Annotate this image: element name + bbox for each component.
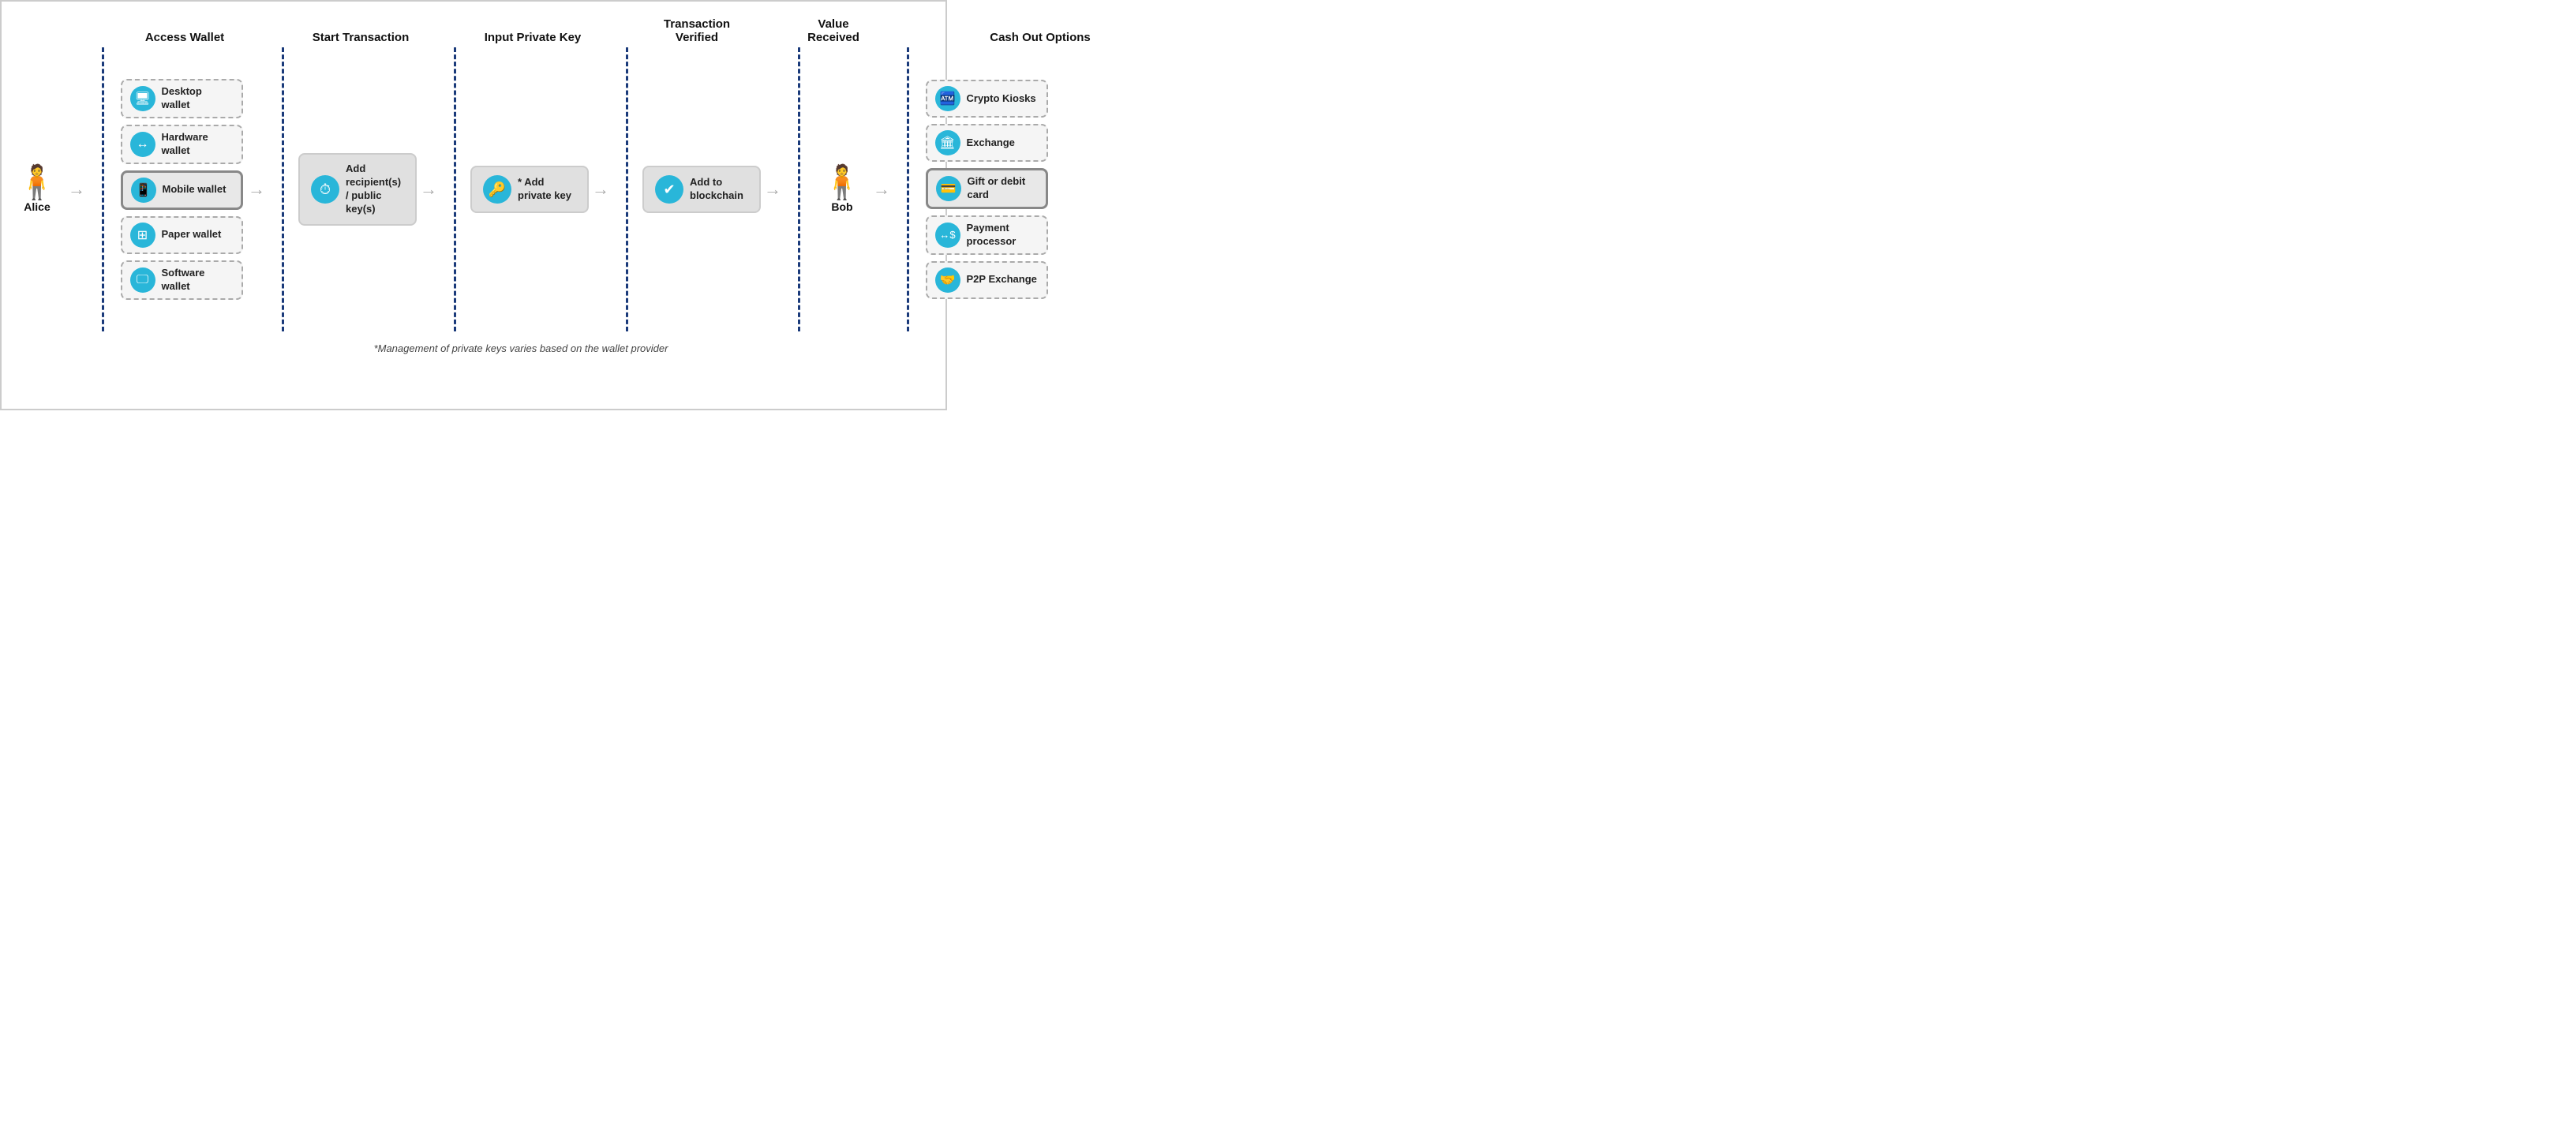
input-key-label: * Add private key [518, 176, 576, 203]
header-input-private-key: Input Private Key [474, 31, 592, 44]
tx-verified-label: Add to blockchain [690, 176, 748, 203]
wallet-hardware: ↔ Hardware wallet [121, 125, 243, 164]
paper-wallet-icon: ⊞ [130, 223, 155, 248]
dashed-line-4 [626, 47, 629, 331]
cashout-p2p: 🤝 P2P Exchange [926, 261, 1048, 299]
arrow-2: → [248, 179, 265, 200]
arrow-6: → [873, 179, 890, 200]
dashed-line-6 [907, 47, 910, 331]
header-cash-out-options: Cash Out Options [977, 31, 1103, 44]
start-transaction-label: Add recipient(s) / public key(s) [346, 163, 404, 216]
flow-row: 🧍 Alice → 🖥 Desktop wallet ↔ Hardware wa… [9, 47, 938, 331]
start-transaction-icon: ⏱ [311, 175, 339, 204]
payment-icon: ↔$ [935, 223, 960, 248]
wallet-desktop: 🖥 Desktop wallet [121, 79, 243, 118]
cashout-exchange: 🏛 Exchange [926, 124, 1048, 162]
footnote: *Management of private keys varies based… [9, 342, 938, 354]
desktop-wallet-icon: 🖥 [130, 86, 155, 111]
bob-label: Bob [831, 200, 852, 213]
header-access-wallet: Access Wallet [122, 31, 248, 44]
p2p-icon: 🤝 [935, 267, 960, 293]
wallet-software: 🖵 Software wallet [121, 260, 243, 300]
mobile-wallet-label: Mobile wallet [163, 183, 227, 196]
alice-figure: 🧍 [17, 166, 58, 199]
gift-label: Gift or debit card [968, 175, 1038, 202]
tx-verified-box: ✔ Add to blockchain [642, 166, 761, 213]
bob-person: 🧍 Bob [814, 166, 870, 213]
hardware-wallet-label: Hardware wallet [162, 131, 234, 158]
bob-figure: 🧍 [822, 166, 863, 199]
paper-wallet-label: Paper wallet [162, 228, 222, 241]
cashout-gift: 💳 Gift or debit card [926, 168, 1048, 209]
desktop-wallet-label: Desktop wallet [162, 85, 234, 112]
arrow-4: → [592, 179, 609, 200]
software-wallet-icon: 🖵 [130, 267, 155, 293]
arrow-1: → [68, 179, 85, 200]
p2p-label: P2P Exchange [967, 273, 1037, 286]
cashout-kiosk: 🏧 Crypto Kiosks [926, 80, 1048, 118]
cashout-payment: ↔$ Payment processor [926, 215, 1048, 255]
start-transaction-column: ⏱ Add recipient(s) / public key(s) [298, 153, 417, 226]
alice-person: 🧍 Alice [9, 166, 65, 213]
wallet-paper: ⊞ Paper wallet [121, 216, 243, 254]
headers-row: Access Wallet Start Transaction Input Pr… [9, 17, 938, 44]
kiosk-label: Crypto Kiosks [967, 92, 1036, 106]
wallet-column: 🖥 Desktop wallet ↔ Hardware wallet 📱 Mob… [118, 79, 245, 299]
exchange-icon: 🏛 [935, 130, 960, 155]
kiosk-icon: 🏧 [935, 86, 960, 111]
arrow-3: → [420, 179, 437, 200]
tx-verified-icon: ✔ [655, 175, 683, 204]
tx-verified-column: ✔ Add to blockchain [642, 166, 761, 213]
input-key-box: 🔑 * Add private key [470, 166, 589, 213]
header-transaction-verified: Transaction Verified [646, 17, 748, 44]
dashed-line-3 [454, 47, 457, 331]
dashed-line-2 [282, 47, 285, 331]
wallet-mobile: 📱 Mobile wallet [121, 170, 243, 210]
gift-icon: 💳 [936, 176, 961, 201]
exchange-label: Exchange [967, 137, 1015, 150]
arrow-5: → [764, 179, 781, 200]
alice-label: Alice [24, 200, 50, 213]
payment-label: Payment processor [967, 222, 1039, 249]
input-key-column: 🔑 * Add private key [470, 166, 589, 213]
software-wallet-label: Software wallet [162, 267, 234, 294]
mobile-wallet-icon: 📱 [131, 178, 156, 203]
input-key-icon: 🔑 [483, 175, 511, 204]
hardware-wallet-icon: ↔ [130, 132, 155, 157]
start-transaction-box: ⏱ Add recipient(s) / public key(s) [298, 153, 417, 226]
dashed-line-5 [798, 47, 801, 331]
header-start-transaction: Start Transaction [301, 31, 420, 44]
diagram-container: Access Wallet Start Transaction Input Pr… [9, 17, 938, 354]
dashed-line-1 [102, 47, 105, 331]
header-value-received: Value Received [802, 17, 865, 44]
cashout-column: 🏧 Crypto Kiosks 🏛 Exchange 💳 Gift or deb… [923, 80, 1050, 299]
